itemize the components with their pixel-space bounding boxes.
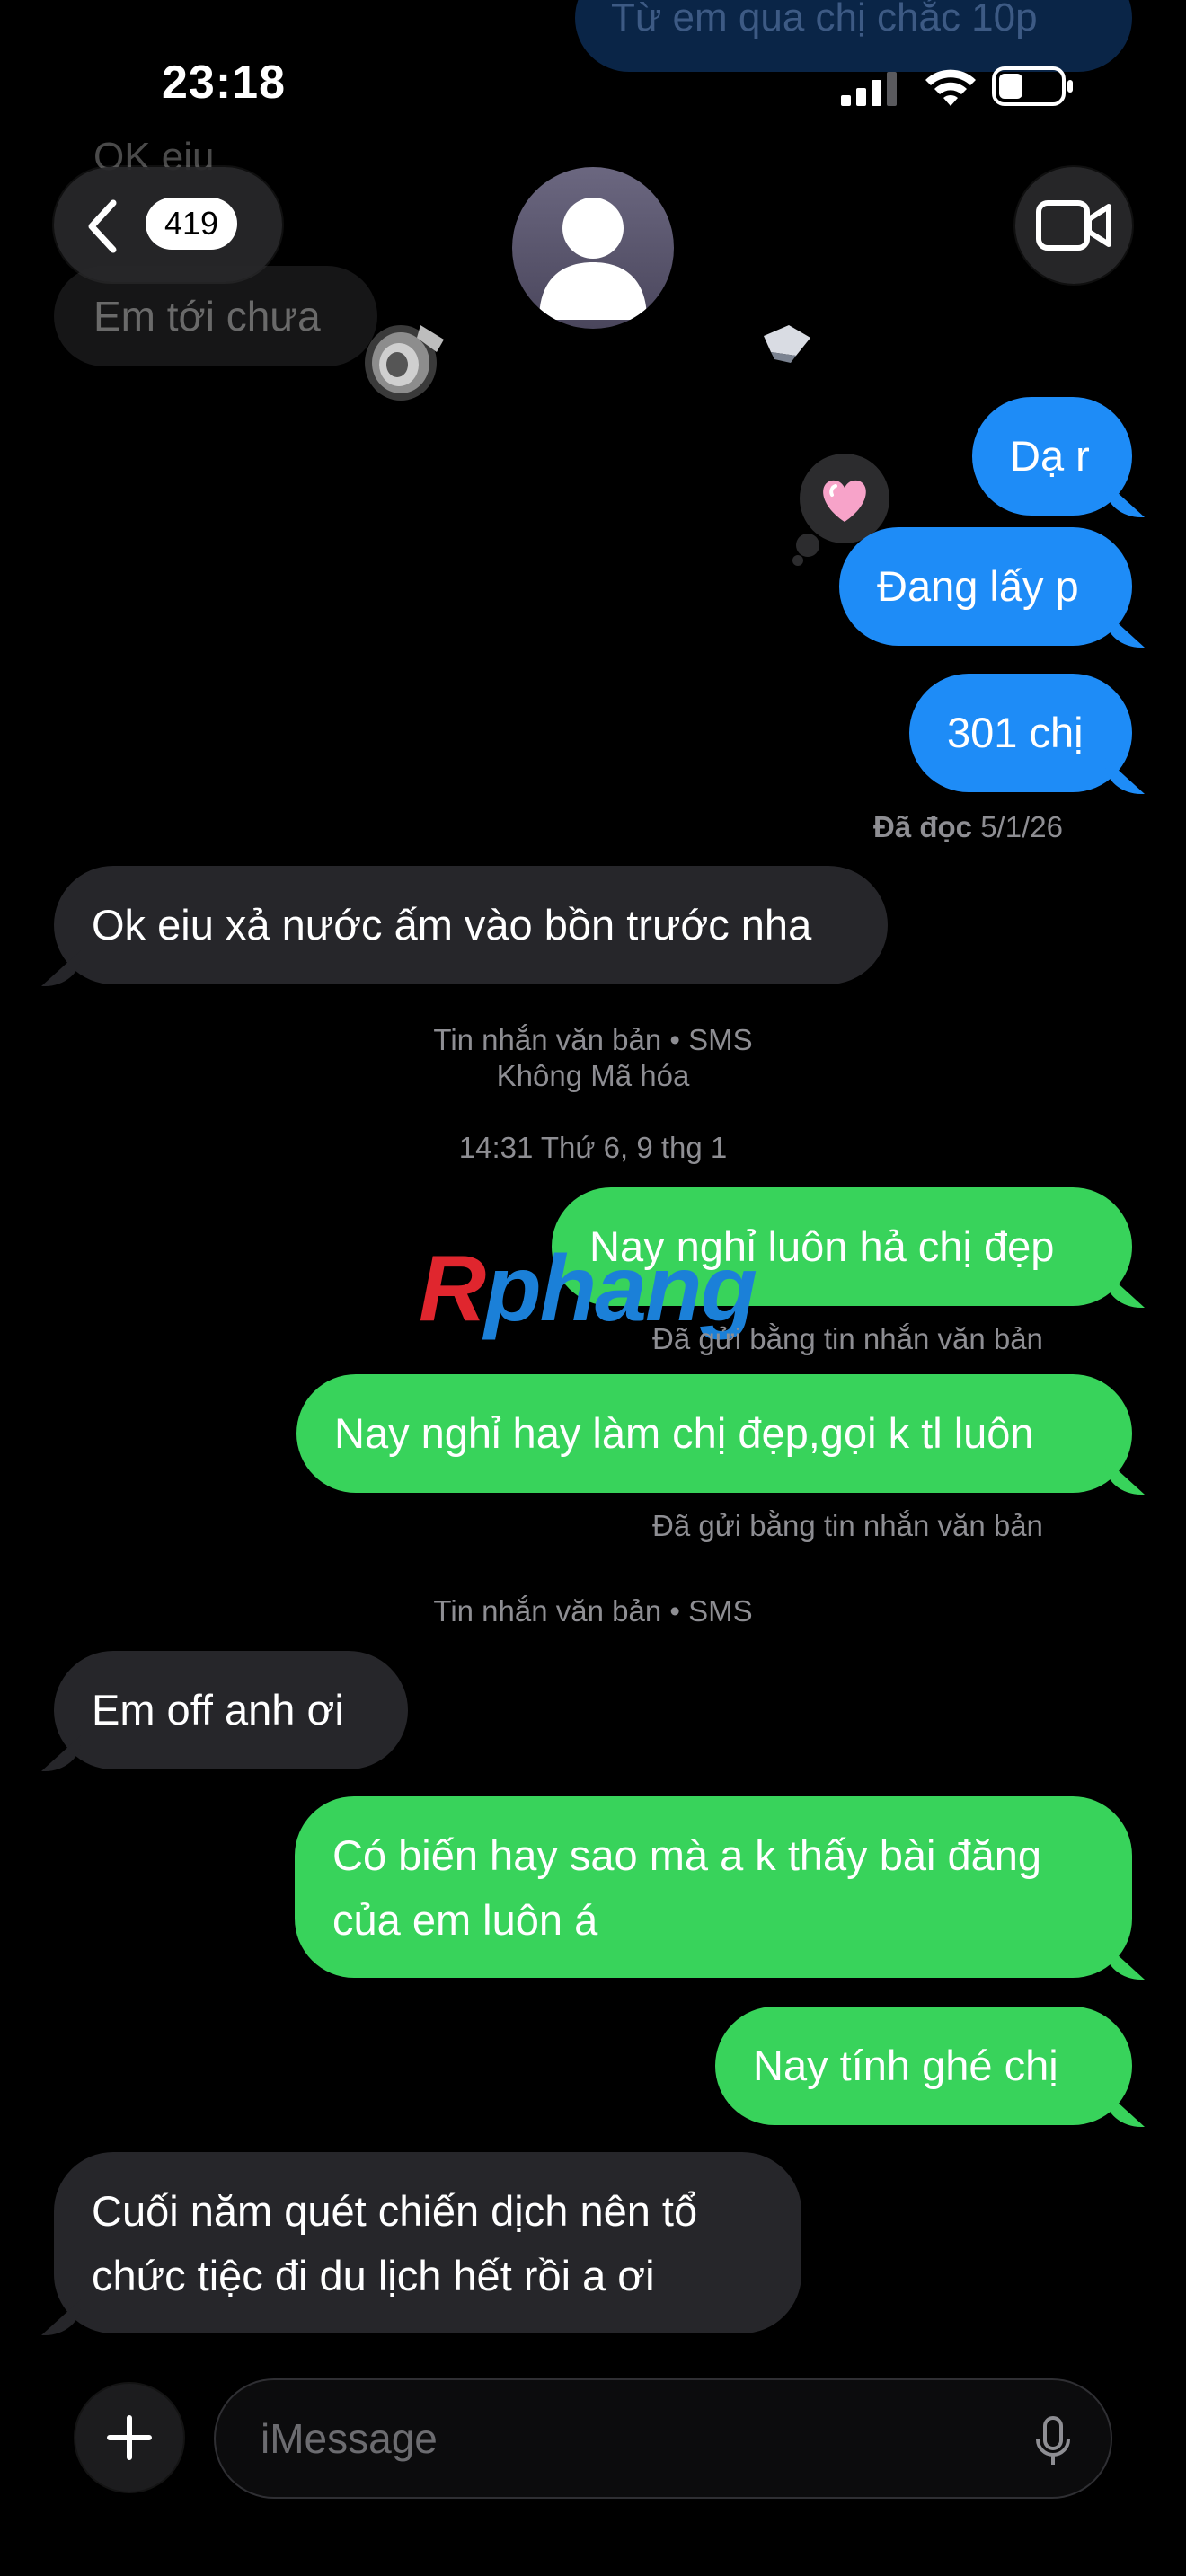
heart-icon bbox=[823, 480, 866, 522]
message-text-line: Có biến hay sao mà a k thấy bài đăng bbox=[332, 1831, 1042, 1879]
unread-count-badge[interactable]: 419 bbox=[146, 198, 237, 250]
plus-icon bbox=[107, 2415, 152, 2460]
message-text: Đang lấy p bbox=[877, 562, 1079, 610]
message-input-placeholder[interactable]: iMessage bbox=[261, 2414, 438, 2463]
received-message-bubble[interactable]: Em off anh ơi bbox=[54, 1651, 408, 1769]
tapback-dot bbox=[796, 534, 819, 557]
message-text-line: của em luôn á bbox=[332, 1896, 598, 1944]
received-message-bubble[interactable]: Cuối năm quét chiến dịch nên tổ chức tiệ… bbox=[54, 2152, 801, 2333]
sent-message-bubble[interactable]: Nay nghỉ hay làm chị đẹp,gọi k tl luôn bbox=[296, 1374, 1132, 1493]
received-message-bubble[interactable]: Ok eiu xả nước ấm vào bồn trước nha bbox=[54, 866, 888, 984]
read-receipt: Đã đọc 5/1/26 bbox=[873, 810, 1063, 844]
person-icon bbox=[539, 198, 647, 320]
apps-plus-button[interactable] bbox=[75, 2384, 183, 2492]
message-text: Nay nghỉ hay làm chị đẹp,gọi k tl luôn bbox=[334, 1409, 1034, 1457]
tapback-dot bbox=[792, 555, 803, 566]
sent-message-bubble[interactable]: 301 chị bbox=[909, 674, 1132, 792]
microphone-icon[interactable] bbox=[1033, 2416, 1073, 2466]
battery-icon bbox=[992, 66, 1073, 106]
ring-sticker[interactable] bbox=[358, 314, 451, 404]
message-text: Ok eiu xả nước ấm vào bồn trước nha bbox=[92, 901, 812, 948]
tapback-reaction[interactable] bbox=[800, 454, 890, 543]
wifi-icon bbox=[925, 69, 976, 106]
message-text: 301 chị bbox=[947, 709, 1084, 756]
video-camera-icon bbox=[1036, 200, 1111, 251]
sent-message-bubble[interactable]: Đang lấy p bbox=[839, 527, 1132, 646]
contact-avatar[interactable] bbox=[512, 167, 674, 329]
message-text: Nay tính ghé chị bbox=[753, 2042, 1058, 2089]
signal-icon bbox=[841, 72, 897, 106]
status-time: 23:18 bbox=[162, 57, 286, 109]
encryption-label: Không Mã hóa bbox=[496, 1059, 690, 1092]
read-label: Đã đọc bbox=[873, 810, 973, 843]
faded-sent-bubble: Từ em qua chị chắc 10p bbox=[575, 0, 1132, 72]
sms-service-label: Tin nhắn văn bản • SMS bbox=[433, 1594, 753, 1628]
watermark-first-letter: R bbox=[419, 1237, 486, 1341]
sent-message-bubble[interactable]: Dạ r bbox=[972, 397, 1132, 516]
sent-as-text-label: Đã gửi bằng tin nhắn văn bản bbox=[652, 1322, 1043, 1355]
message-timestamp: 14:31 Thứ 6, 9 thg 1 bbox=[458, 1131, 728, 1164]
chevron-left-icon[interactable] bbox=[83, 198, 122, 255]
message-text-line: Cuối năm quét chiến dịch nên tổ bbox=[92, 2187, 698, 2235]
sent-message-bubble[interactable]: Có biến hay sao mà a k thấy bài đăng của… bbox=[295, 1796, 1132, 1978]
facetime-button[interactable] bbox=[1015, 167, 1132, 284]
gem-sticker[interactable] bbox=[755, 314, 818, 368]
sent-message-bubble[interactable]: Nay tính ghé chị bbox=[715, 2007, 1132, 2125]
sent-as-text-label: Đã gửi bằng tin nhắn văn bản bbox=[652, 1509, 1043, 1542]
message-text-line: chức tiệc đi du lịch hết rồi a ơi bbox=[92, 2252, 655, 2299]
sms-service-label: Tin nhắn văn bản • SMS bbox=[433, 1023, 753, 1056]
message-text: Dạ r bbox=[1010, 432, 1090, 480]
read-date: 5/1/26 bbox=[980, 810, 1063, 843]
message-text: Em off anh ơi bbox=[92, 1686, 344, 1734]
